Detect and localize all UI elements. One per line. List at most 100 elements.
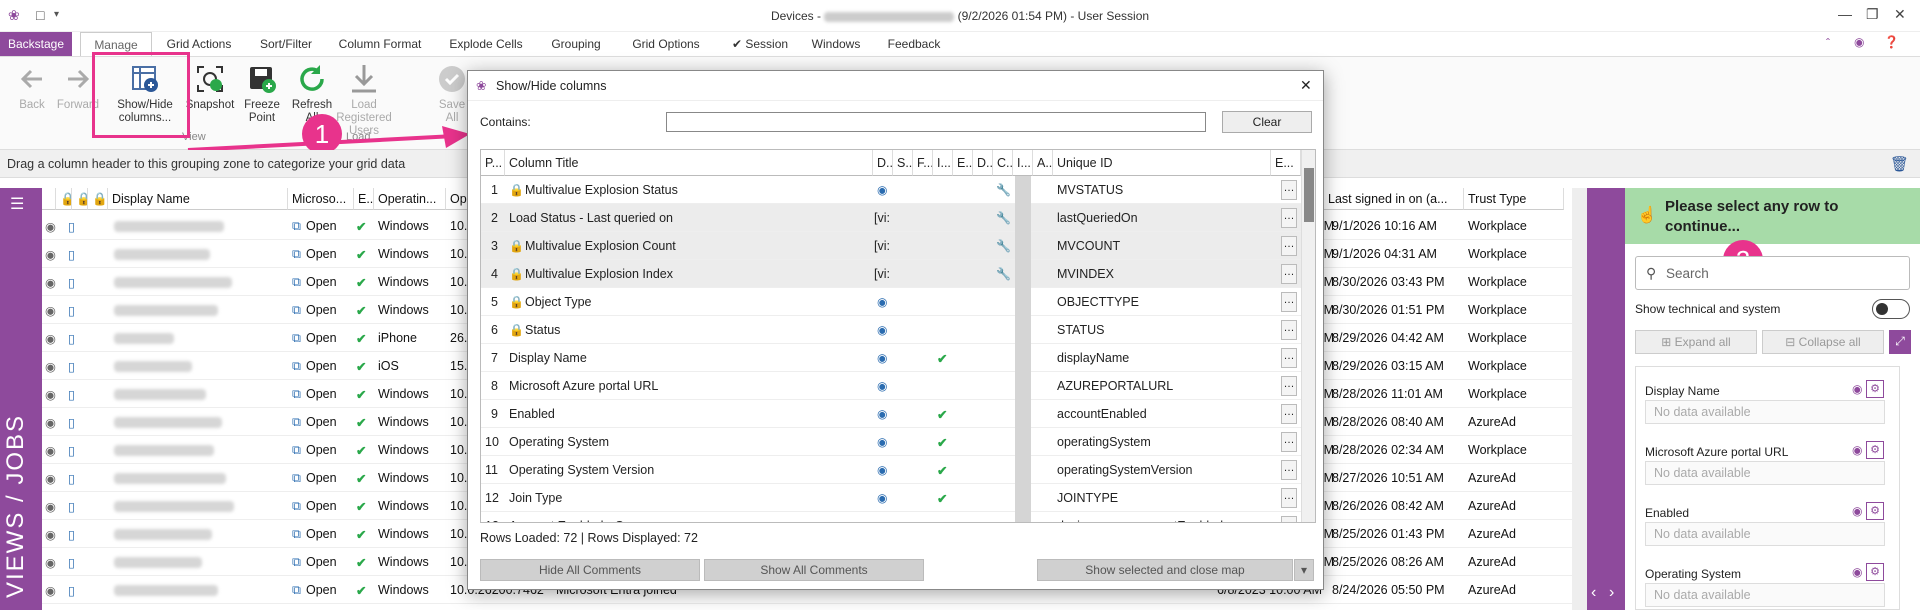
col-header-i2[interactable]: I...	[1013, 150, 1033, 176]
show-all-comments-button[interactable]: Show All Comments	[704, 559, 924, 581]
minimize-icon[interactable]: —	[1838, 6, 1852, 22]
eye-icon[interactable]: ◉	[877, 351, 887, 365]
more-options-button[interactable]: …	[1281, 404, 1297, 424]
grid-header-microsoft[interactable]: Microso...	[288, 188, 354, 210]
details-search-input[interactable]: ⚲ Search	[1635, 256, 1910, 290]
col-header-s[interactable]: S...	[893, 150, 913, 176]
chevron-left-icon[interactable]: ‹	[1591, 584, 1596, 602]
more-options-button[interactable]: …	[1281, 376, 1297, 396]
expand-panel-icon[interactable]: ⤢	[1889, 330, 1911, 354]
tab-grouping[interactable]: Grouping	[544, 32, 608, 56]
radio-icon[interactable]: ◉	[45, 527, 56, 542]
eye-icon[interactable]: ◉	[1852, 443, 1862, 457]
more-options-button[interactable]: …	[1281, 208, 1297, 228]
more-options-button[interactable]: …	[1281, 460, 1297, 480]
list-item[interactable]: 3 🔒 Multivalue Explosion Count [vi: 🔧 MVCOUNT…	[481, 232, 1301, 260]
radio-icon[interactable]: ◉	[45, 247, 56, 262]
more-options-button[interactable]: …	[1281, 320, 1297, 340]
check-icon[interactable]: ✔	[937, 519, 947, 522]
eye-icon[interactable]: ◉	[877, 379, 887, 393]
views-toggle-icon[interactable]: ☰	[10, 194, 24, 214]
col-header-i[interactable]: I...	[933, 150, 953, 176]
lock-icon[interactable]: 🔒	[72, 188, 88, 210]
portal-link[interactable]: Open	[306, 387, 337, 401]
tab-grid-options[interactable]: Grid Options	[626, 32, 706, 56]
eye-icon[interactable]: ◉	[1852, 504, 1862, 518]
chevron-up-icon[interactable]: ˆ	[1826, 36, 1830, 50]
portal-link[interactable]: Open	[306, 359, 337, 373]
chevron-down-icon[interactable]: ▾	[1294, 559, 1314, 581]
grid-header-select[interactable]	[42, 188, 56, 210]
show-technical-toggle[interactable]	[1872, 299, 1910, 319]
list-item[interactable]: 12 Join Type ◉ ✔ JOINTYPE…	[481, 484, 1301, 512]
wrench-icon[interactable]: 🔧	[996, 239, 1011, 253]
radio-icon[interactable]: ◉	[45, 219, 56, 234]
eye-icon[interactable]: ◉	[1852, 565, 1862, 579]
dialog-scrollbar[interactable]	[1301, 150, 1315, 522]
radio-icon[interactable]: ◉	[45, 583, 56, 598]
portal-link[interactable]: Open	[306, 471, 337, 485]
portal-link[interactable]: Open	[306, 219, 337, 233]
grid-header-trust-type[interactable]: Trust Type	[1464, 188, 1564, 210]
back-button[interactable]: Back	[10, 63, 54, 112]
radio-icon[interactable]: ◉	[45, 275, 56, 290]
list-item[interactable]: 11 Operating System Version ◉ ✔ operatingSys…	[481, 456, 1301, 484]
close-icon[interactable]: ✕	[1300, 77, 1312, 94]
eye-icon[interactable]: ◉	[877, 491, 887, 505]
list-item[interactable]: 1 🔒 Multivalue Explosion Status ◉ 🔧 MVSTATUS…	[481, 176, 1301, 204]
grid-header-last-signed-in[interactable]: Last signed in on (a...	[1324, 188, 1464, 210]
eye-icon[interactable]: ◉	[877, 519, 887, 522]
eye-icon[interactable]: ◉	[1852, 382, 1862, 396]
expand-all-button[interactable]: ⊞ Expand all	[1635, 330, 1757, 354]
dialog-scrollbar-thumb[interactable]	[1304, 168, 1314, 222]
collapse-all-button[interactable]: ⊟ Collapse all	[1762, 330, 1884, 354]
list-item[interactable]: 5 🔒 Object Type ◉ OBJECTTYPE…	[481, 288, 1301, 316]
grid-scrollbar[interactable]	[1572, 188, 1587, 610]
hide-all-comments-button[interactable]: Hide All Comments	[480, 559, 700, 581]
eye-icon[interactable]: ◉	[877, 407, 887, 421]
help-icon[interactable]: ❓	[1884, 35, 1899, 49]
radio-icon[interactable]: ◉	[45, 555, 56, 570]
check-icon[interactable]: ✔	[937, 435, 947, 450]
wrench-icon[interactable]: 🔧	[996, 267, 1011, 281]
radio-icon[interactable]: ◉	[45, 415, 56, 430]
restore-icon[interactable]: ❐	[1866, 6, 1879, 23]
more-options-button[interactable]: …	[1281, 264, 1297, 284]
gear-icon[interactable]: ⚙	[1866, 502, 1884, 520]
col-header-unique-id[interactable]: Unique ID	[1053, 150, 1271, 176]
more-options-button[interactable]: …	[1281, 516, 1297, 522]
more-options-button[interactable]: …	[1281, 488, 1297, 508]
radio-icon[interactable]: ◉	[45, 499, 56, 514]
radio-icon[interactable]: ◉	[45, 359, 56, 374]
tab-column-format[interactable]: Column Format	[334, 32, 426, 56]
portal-link[interactable]: Open	[306, 555, 337, 569]
list-item[interactable]: 4 🔒 Multivalue Explosion Index [vi: 🔧 MVINDEX…	[481, 260, 1301, 288]
contains-input[interactable]	[666, 112, 1206, 132]
wrench-icon[interactable]: 🔧	[996, 211, 1011, 225]
gear-icon[interactable]: ⚙	[1866, 380, 1884, 398]
tab-sort-filter[interactable]: Sort/Filter	[250, 32, 322, 56]
portal-link[interactable]: Open	[306, 527, 337, 541]
grid-header-display-name[interactable]: Display Name	[108, 188, 288, 210]
grid-header-enabled[interactable]: E...	[354, 188, 374, 210]
chevron-right-icon[interactable]: ›	[1609, 584, 1614, 602]
clear-button[interactable]: Clear	[1222, 111, 1312, 133]
radio-icon[interactable]: ◉	[45, 331, 56, 346]
more-options-button[interactable]: …	[1281, 432, 1297, 452]
col-header-position[interactable]: P...	[481, 150, 505, 176]
portal-link[interactable]: Open	[306, 499, 337, 513]
portal-link[interactable]: Open	[306, 303, 337, 317]
radio-icon[interactable]: ◉	[45, 443, 56, 458]
more-options-button[interactable]: …	[1281, 292, 1297, 312]
portal-link[interactable]: Open	[306, 331, 337, 345]
list-item[interactable]: 6 🔒 Status ◉ STATUS…	[481, 316, 1301, 344]
check-icon[interactable]: ✔	[937, 463, 947, 478]
tab-windows[interactable]: Windows	[806, 32, 866, 56]
tab-session[interactable]: ✔ Session	[724, 32, 796, 56]
portal-link[interactable]: Open	[306, 415, 337, 429]
col-header-d[interactable]: D...	[873, 150, 893, 176]
trash-icon[interactable]: 🗑	[1890, 155, 1909, 173]
gear-icon[interactable]: ⚙	[1866, 441, 1884, 459]
list-item[interactable]: 13 Account Enabled - Owner ◉ ✔ device.owner.…	[481, 512, 1301, 522]
eye-icon[interactable]: ◉	[877, 323, 887, 337]
